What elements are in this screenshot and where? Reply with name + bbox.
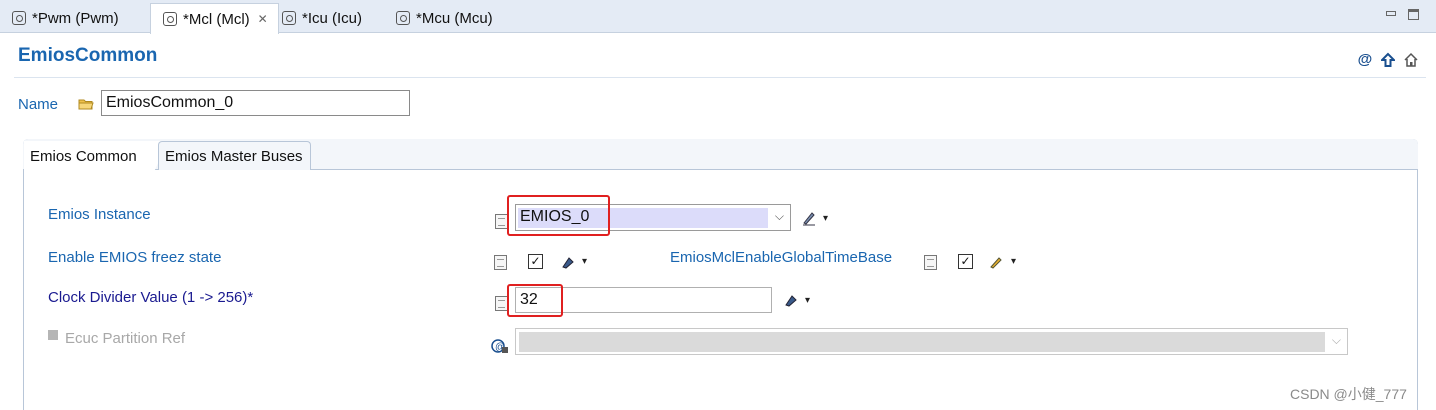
config-tool-icon[interactable]: [783, 292, 799, 311]
tab-emios-common[interactable]: Emios Common: [24, 141, 168, 172]
tab-label: *Icu (Icu): [302, 9, 363, 27]
highlight-box-instance: [507, 195, 610, 236]
enable-freez-label[interactable]: Enable EMIOS freez state: [48, 249, 221, 266]
ecuc-partition-select: ⌵: [515, 328, 1348, 355]
name-label: Name: [18, 96, 59, 113]
maximize-icon[interactable]: [1408, 9, 1419, 20]
global-time-base-label[interactable]: EmiosMclEnableGlobalTimeBase: [670, 249, 892, 266]
watermark: CSDN @小健_777: [1290, 386, 1407, 402]
tab-pwm[interactable]: *Pwm (Pwm): [0, 3, 129, 33]
enable-freez-checkbox[interactable]: ✓: [528, 254, 543, 269]
disabled-fill: [519, 332, 1325, 352]
editor-window: *Pwm (Pwm) *Mcl (Mcl) ✕ *Icu (Icu) *Mcu …: [0, 0, 1436, 410]
highlight-box-divider: [507, 284, 563, 317]
home-icon[interactable]: [1403, 52, 1419, 68]
dropdown-arrow-icon[interactable]: ▾: [823, 213, 828, 224]
dropdown-arrow-icon[interactable]: ▾: [582, 256, 587, 267]
tab-mcl[interactable]: *Mcl (Mcl) ✕: [150, 3, 279, 34]
editor-tab-bar: *Pwm (Pwm) *Mcl (Mcl) ✕ *Icu (Icu) *Mcu …: [0, 0, 1436, 34]
module-icon: [163, 12, 177, 26]
pencil-icon[interactable]: [988, 254, 1004, 273]
ecuc-partition-label: Ecuc Partition Ref: [65, 330, 186, 347]
boolean-icon: [924, 255, 937, 270]
tab-label: Emios Master Buses: [165, 147, 303, 165]
tab-label: *Mcl (Mcl): [183, 10, 250, 28]
boolean-icon: [494, 255, 507, 270]
tab-label: *Pwm (Pwm): [32, 9, 119, 27]
reference-icon: @: [491, 338, 509, 357]
tab-icu[interactable]: *Icu (Icu): [270, 3, 372, 33]
form-panel: [23, 139, 1418, 410]
up-arrow-icon[interactable]: [1379, 52, 1397, 68]
global-time-base-checkbox[interactable]: ✓: [958, 254, 973, 269]
minimize-icon[interactable]: [1384, 9, 1396, 21]
module-icon: [282, 11, 296, 25]
edit-icon[interactable]: [801, 210, 817, 229]
chevron-down-icon[interactable]: ⌵: [775, 209, 784, 224]
chevron-down-icon: ⌵: [1331, 333, 1341, 347]
tab-label: Emios Common: [30, 148, 137, 165]
name-input[interactable]: [101, 90, 410, 116]
clock-divider-label[interactable]: Clock Divider Value (1 -> 256)*: [48, 289, 253, 306]
config-tool-icon[interactable]: [560, 254, 576, 273]
header-divider: [14, 77, 1426, 78]
dropdown-arrow-icon[interactable]: ▾: [805, 295, 810, 306]
disabled-indicator: [48, 330, 58, 340]
at-icon[interactable]: @: [1357, 52, 1373, 68]
module-icon: [396, 11, 410, 25]
emios-instance-label[interactable]: Emios Instance: [48, 206, 151, 223]
tab-label: *Mcu (Mcu): [416, 9, 493, 27]
module-icon: [12, 11, 26, 25]
tab-mcu[interactable]: *Mcu (Mcu): [384, 3, 503, 33]
tab-emios-master-buses[interactable]: Emios Master Buses: [158, 141, 311, 170]
dropdown-arrow-icon[interactable]: ▾: [1011, 256, 1016, 267]
close-icon[interactable]: ✕: [258, 12, 268, 26]
folder-icon: [78, 97, 94, 111]
page-title: EmiosCommon: [18, 45, 158, 66]
